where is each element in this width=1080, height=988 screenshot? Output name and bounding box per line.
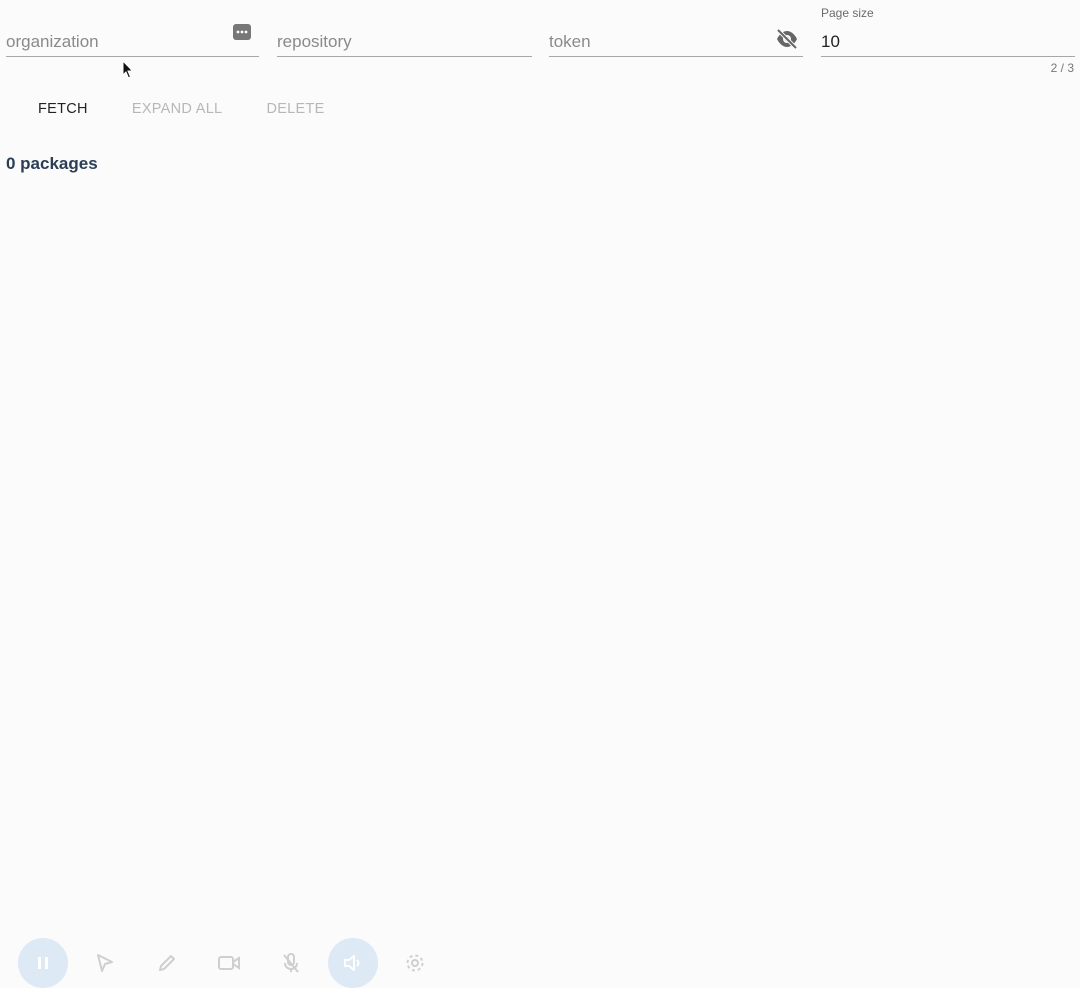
organization-input[interactable]	[6, 32, 259, 52]
page-size-input[interactable]	[821, 32, 1075, 52]
page-size-label: Page size	[821, 6, 874, 20]
expand-all-button[interactable]: EXPAND ALL	[116, 92, 239, 126]
organization-field	[6, 0, 259, 57]
page-size-field: Page size	[821, 0, 1075, 57]
select-arrow-icon[interactable]	[80, 938, 130, 988]
gear-icon[interactable]	[390, 938, 440, 988]
package-count: 0 packages	[6, 154, 98, 173]
token-input[interactable]	[549, 32, 803, 52]
mouse-pointer-icon	[122, 59, 134, 80]
recorder-toolbar	[18, 938, 438, 988]
repository-field	[277, 0, 532, 57]
repository-input[interactable]	[277, 32, 532, 52]
eye-off-icon[interactable]	[775, 28, 798, 50]
video-camera-icon[interactable]	[204, 938, 254, 988]
action-bar: FETCH EXPAND ALL DELETE	[14, 92, 353, 126]
fetch-button[interactable]: FETCH	[22, 92, 104, 126]
mic-off-icon[interactable]	[266, 938, 316, 988]
more-horizontal-icon[interactable]	[233, 24, 255, 46]
speaker-icon[interactable]	[328, 938, 378, 988]
search-form: Page size	[0, 0, 1080, 60]
pencil-icon[interactable]	[142, 938, 192, 988]
delete-button[interactable]: DELETE	[250, 92, 340, 126]
pause-icon[interactable]	[18, 938, 68, 988]
page-counter: 2 / 3	[1050, 61, 1074, 75]
token-field	[549, 0, 803, 57]
